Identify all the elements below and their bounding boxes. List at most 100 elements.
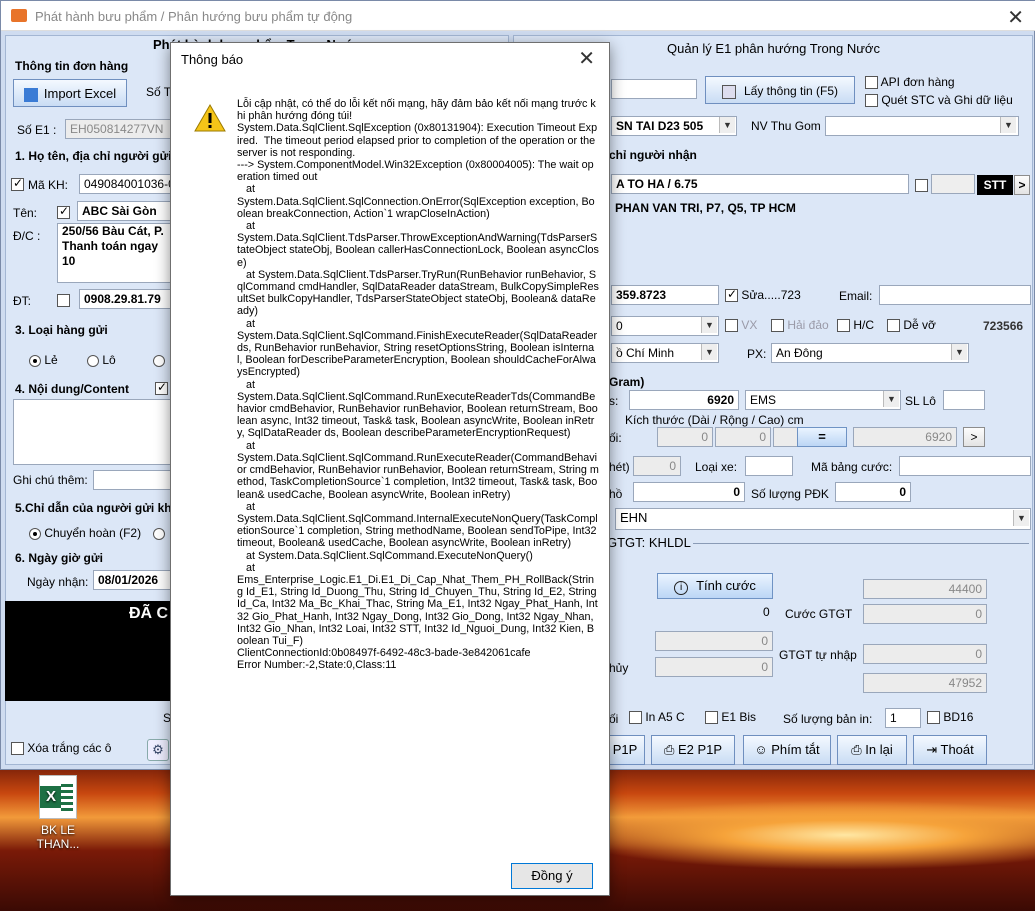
- hc-checkbox[interactable]: H/C: [837, 318, 874, 333]
- ten-field[interactable]: ABC Sài Gòn: [77, 201, 175, 221]
- sl-lo-field[interactable]: [943, 390, 985, 410]
- email-field[interactable]: [879, 285, 1031, 305]
- receive-date-field[interactable]: 08/01/2026: [93, 570, 175, 590]
- chevron-down-icon: ▼: [1000, 117, 1016, 133]
- self-gtgt-label: GTGT tự nhập: [779, 648, 857, 662]
- stt-field[interactable]: [931, 174, 975, 194]
- rate-table-field[interactable]: [899, 456, 1031, 476]
- weight-field[interactable]: 6920: [629, 390, 739, 410]
- chevron-down-icon: ▼: [1013, 510, 1029, 526]
- recipient-phone-field[interactable]: 359.8723: [611, 285, 719, 305]
- reprint-button[interactable]: ⎙ In lại: [837, 735, 907, 765]
- shortcut-button[interactable]: ☺ Phím tắt: [743, 735, 831, 765]
- recipient-checkbox[interactable]: [915, 178, 928, 193]
- stt-next-button[interactable]: >: [1014, 175, 1030, 195]
- calc-dimension-button[interactable]: =: [797, 427, 847, 447]
- noi-label: ối: [609, 712, 619, 726]
- so-e1-field[interactable]: EH050814277VN: [65, 119, 175, 139]
- return-radio[interactable]: Chuyển hoàn (F2): [29, 526, 141, 540]
- extra-field[interactable]: 0: [633, 456, 681, 476]
- desktop-excel-file[interactable]: X BK LE THAN...: [28, 775, 88, 851]
- settings-icon[interactable]: ⚙: [147, 739, 169, 761]
- next-button[interactable]: >: [963, 427, 985, 447]
- district-select[interactable]: An Đông: [771, 343, 969, 363]
- grand-total-field[interactable]: 47952: [863, 673, 987, 693]
- dt-label: ĐT:: [13, 294, 31, 308]
- desktop-icon-label: BK LE THAN...: [36, 823, 80, 851]
- lookup-field[interactable]: [611, 79, 697, 99]
- fee-field-2[interactable]: 0: [655, 657, 773, 677]
- stt-label: STT: [977, 175, 1013, 195]
- get-info-icon: [721, 84, 736, 99]
- vehicle-label: Loại xe:: [695, 460, 738, 474]
- route-select[interactable]: EHN: [615, 508, 1031, 530]
- clear-fields-checkbox[interactable]: Xóa trắng các ô: [11, 741, 111, 756]
- p1p-button[interactable]: P1P: [605, 735, 645, 765]
- ma-kh-checkbox[interactable]: [11, 176, 24, 192]
- import-excel-button[interactable]: Import Excel: [13, 79, 127, 107]
- other-instruction-radio[interactable]: [153, 526, 165, 540]
- api-order-checkbox[interactable]: API đơn hàng: [865, 75, 955, 90]
- fee-zero-value: 0: [763, 605, 770, 619]
- chevron-down-icon: ▼: [719, 117, 735, 133]
- exit-button[interactable]: ⇥ Thoát: [913, 735, 987, 765]
- e1-bis-checkbox[interactable]: E1 Bis: [705, 710, 756, 725]
- pdk-field[interactable]: 0: [835, 482, 911, 502]
- dt-field[interactable]: 0908.29.81.79: [79, 289, 175, 309]
- print-copies-label: Số lượng bản in:: [783, 712, 873, 726]
- recipient-address-field[interactable]: PHAN VAN TRI, P7, Q5, TP HCM: [611, 199, 1031, 279]
- dc-field[interactable]: 250/56 Bàu Cát, P. Thanh toán ngay 10: [57, 223, 175, 283]
- so-t-label: Số T: [146, 85, 172, 99]
- scan-stc-checkbox[interactable]: Quét STC và Ghi dữ liệu: [865, 93, 1013, 108]
- chevron-down-icon: ▼: [701, 317, 717, 333]
- content-checkbox[interactable]: [155, 380, 168, 396]
- service-select[interactable]: EMS: [745, 390, 901, 410]
- fee-field-1[interactable]: 0: [655, 631, 773, 651]
- print-copies-stepper[interactable]: 1: [885, 708, 921, 728]
- length-field[interactable]: 0: [657, 427, 713, 447]
- type-lo-radio[interactable]: Lô: [87, 353, 116, 367]
- import-icon: [23, 87, 38, 102]
- gtgt-fee-label: Cước GTGT: [785, 607, 853, 621]
- e2-p1p-button[interactable]: ⎙ E2 P1P: [651, 735, 735, 765]
- printer-icon: ⎙: [851, 742, 862, 757]
- width-field[interactable]: 0: [715, 427, 771, 447]
- gtgt-fee-field[interactable]: 0: [863, 604, 987, 624]
- vx-checkbox[interactable]: VX: [725, 318, 757, 333]
- collector-select[interactable]: [825, 116, 1019, 136]
- get-info-button[interactable]: Lấy thông tin (F5): [705, 76, 855, 104]
- type-le-radio[interactable]: Lẻ: [29, 353, 58, 367]
- so-e1-label: Số E1 :: [17, 123, 57, 137]
- print-a5-checkbox[interactable]: In A5 C: [629, 710, 685, 725]
- bd16-checkbox[interactable]: BD16: [927, 710, 973, 725]
- calc-weight-field[interactable]: 6920: [853, 427, 957, 447]
- dimensions-label: Kích thước (Dài / Rộng / Cao) cm: [625, 413, 804, 427]
- datetime-heading: 6. Ngày giờ gửi: [15, 551, 103, 565]
- huy-label: hủy: [609, 661, 629, 675]
- window-close-button[interactable]: ✕: [1007, 5, 1024, 30]
- ok-button[interactable]: Đồng ý: [511, 863, 593, 889]
- dt-checkbox[interactable]: [57, 293, 70, 308]
- self-gtgt-field[interactable]: 0: [863, 644, 987, 664]
- ma-kh-field[interactable]: 049084001036-0: [79, 174, 175, 194]
- count-field[interactable]: 0: [633, 482, 745, 502]
- content-textarea[interactable]: [13, 399, 175, 465]
- gtgt-label: GTGT: KHLDL: [607, 535, 691, 550]
- email-label: Email:: [839, 289, 873, 303]
- dialog-title: Thông báo: [181, 52, 244, 67]
- recipient-name-field[interactable]: A TO HA / 6.75: [611, 174, 909, 194]
- receive-date-label: Ngày nhận:: [27, 575, 89, 589]
- fee-total-field[interactable]: 44400: [863, 579, 987, 599]
- edit-checkbox[interactable]: Sửa.....723: [725, 287, 801, 303]
- vehicle-field[interactable]: [745, 456, 793, 476]
- smile-icon: ☺: [754, 742, 768, 757]
- type-other-radio[interactable]: [153, 353, 165, 367]
- note-field[interactable]: [93, 470, 175, 490]
- chevron-down-icon: ▼: [883, 391, 899, 407]
- net-label: hét): [609, 460, 630, 474]
- calc-fee-button[interactable]: i Tính cước: [657, 573, 773, 599]
- island-checkbox[interactable]: Hải đảo: [771, 318, 829, 333]
- dialog-close-button[interactable]: ✕: [578, 46, 595, 71]
- fragile-checkbox[interactable]: Dễ vỡ: [887, 318, 936, 333]
- ten-checkbox[interactable]: [57, 204, 70, 220]
